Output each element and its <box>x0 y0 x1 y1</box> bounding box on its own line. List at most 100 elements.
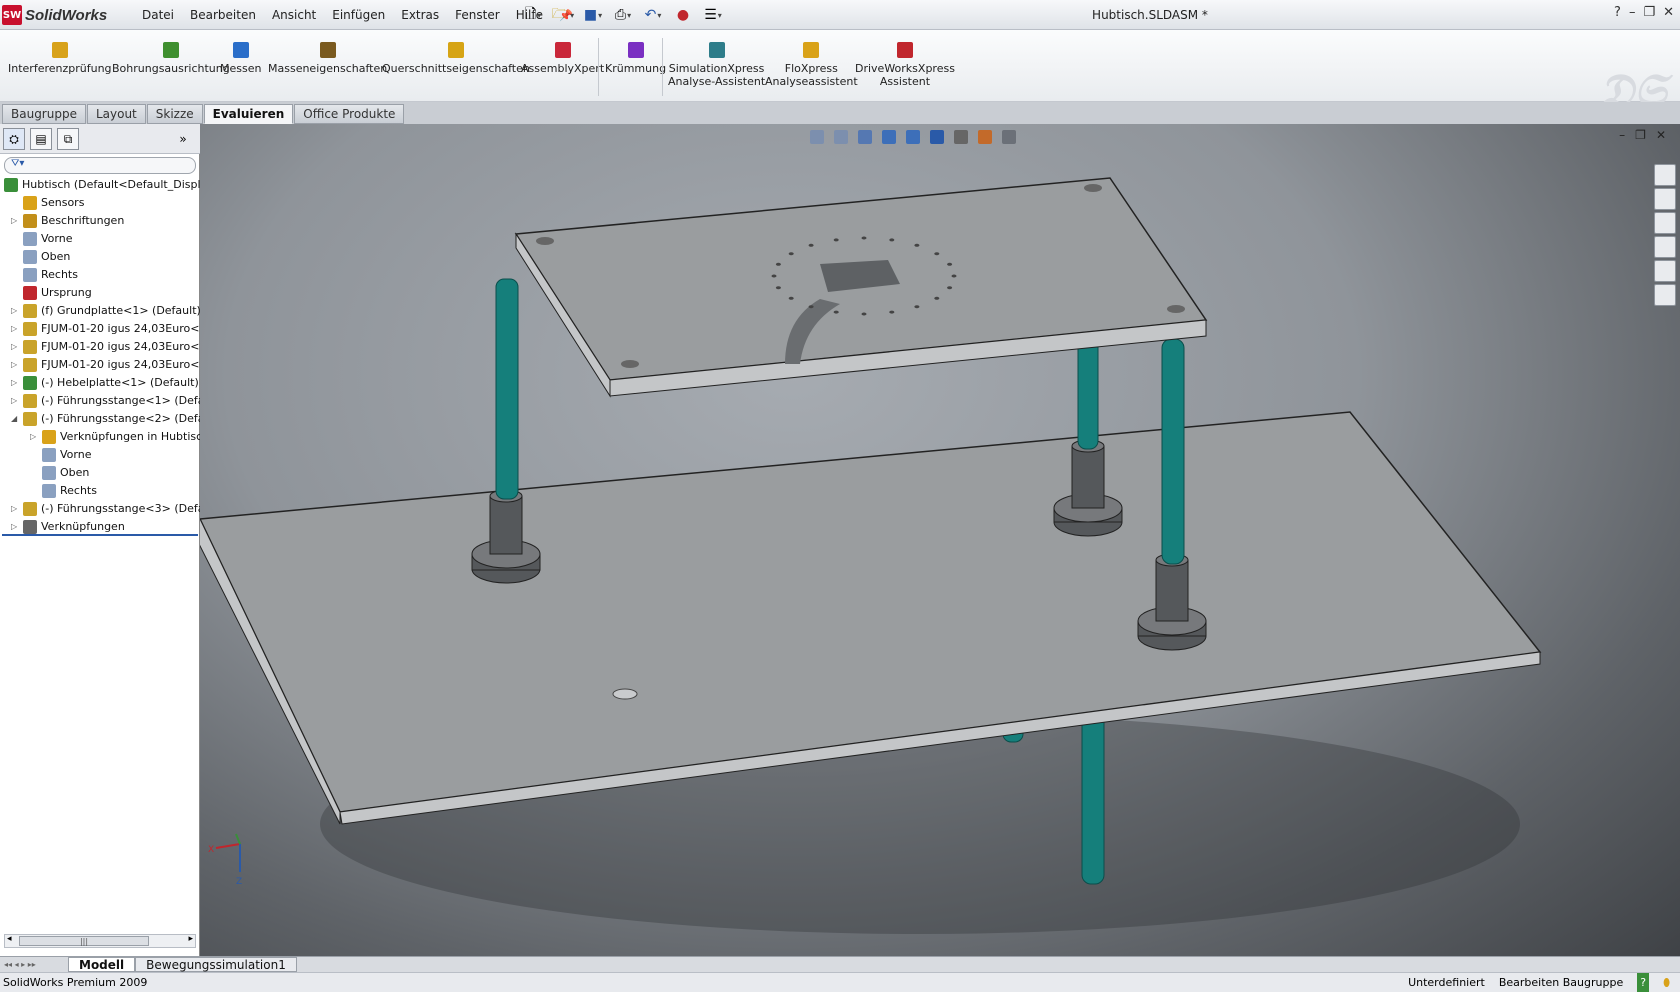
expand-toggle-icon[interactable]: ▷ <box>11 212 19 230</box>
tab-baugruppe[interactable]: Baugruppe <box>2 104 86 124</box>
tree-node[interactable]: Sensors <box>0 194 200 212</box>
tree-node[interactable]: Vorne <box>0 230 200 248</box>
property-manager-tab-icon[interactable]: ▤ <box>30 128 52 150</box>
expand-toggle-icon[interactable]: ▷ <box>11 320 19 338</box>
rebuild-traffic-light-icon[interactable]: ● <box>670 4 696 26</box>
appearance-icon[interactable] <box>978 130 992 144</box>
rebuild-indicator-icon[interactable]: ⬮ <box>1663 973 1670 992</box>
scroll-right-icon[interactable]: ▸ <box>188 934 193 944</box>
tree-node[interactable]: Oben <box>0 464 200 482</box>
expand-toggle-icon[interactable]: ▷ <box>30 428 38 446</box>
command-bohrungsausrichtung[interactable]: Bohrungsausrichtung <box>112 42 230 75</box>
print-icon[interactable]: ⎙ ▾ <box>610 4 636 26</box>
tab-office-produkte[interactable]: Office Produkte <box>294 104 405 124</box>
zoom-area-icon[interactable] <box>834 130 848 144</box>
save-icon[interactable]: ■ ▾ <box>580 4 606 26</box>
scroll-left-icon[interactable]: ◂ <box>7 934 12 944</box>
tree-node[interactable]: ▷ FJUM-01-20 igus 24,03Euro<2> <box>0 338 200 356</box>
quick-tips-help-icon[interactable]: ? <box>1637 973 1650 992</box>
tree-node[interactable]: ▷ (-) Führungsstange<3> (Default) <box>0 500 200 518</box>
tree-node[interactable]: ▷ Beschriftungen <box>0 212 200 230</box>
command-querschnittseigenschaften[interactable]: Querschnittseigenschaften <box>382 42 530 75</box>
command-interferenzprüfung[interactable]: Interferenzprüfung <box>8 42 112 75</box>
hide-show-icon[interactable] <box>954 130 968 144</box>
minimize-button[interactable]: – <box>1629 5 1636 20</box>
open-folder-icon[interactable]: 🗁 ▾ <box>550 4 576 26</box>
tree-node[interactable]: Oben <box>0 248 200 266</box>
scroll-thumb[interactable]: ||| <box>19 936 149 946</box>
tab-skizze[interactable]: Skizze <box>146 104 203 124</box>
menu-einfügen[interactable]: Einfügen <box>324 8 393 22</box>
tree-node[interactable]: Hubtisch (Default<Default_Display State-… <box>0 176 200 194</box>
command-driveworksxpress[interactable]: DriveWorksXpress Assistent <box>855 42 955 88</box>
base-plate-hole <box>612 688 638 700</box>
help-icon[interactable]: ? <box>1614 5 1621 20</box>
expand-toggle-icon[interactable]: ▷ <box>11 302 19 320</box>
command-floxpress[interactable]: FloXpress Analyseassistent <box>765 42 858 88</box>
solidworks-logo[interactable]: SW SolidWorks <box>2 4 130 26</box>
expand-toggle-icon[interactable]: ◢ <box>11 410 19 428</box>
panel-horizontal-scrollbar[interactable]: ◂ ||| ▸ <box>4 934 196 948</box>
menu-extras[interactable]: Extras <box>393 8 447 22</box>
solidworks-resources-icon[interactable] <box>1654 164 1676 186</box>
undo-icon[interactable]: ↶ ▾ <box>640 4 666 26</box>
menu-ansicht[interactable]: Ansicht <box>264 8 324 22</box>
tree-node[interactable]: Rechts <box>0 482 200 500</box>
tab-navigation[interactable]: ◂◂ ◂ ▸ ▸▸ <box>0 957 68 971</box>
viewport-close-button[interactable]: ✕ <box>1656 128 1666 142</box>
custom-properties-icon[interactable] <box>1654 284 1676 306</box>
expand-toggle-icon[interactable]: ▷ <box>11 356 19 374</box>
tree-node[interactable]: ▷ Verknüpfungen in Hubtisch <box>0 428 200 446</box>
tree-node-icon <box>23 520 37 534</box>
viewport-restore-button[interactable]: ❐ <box>1635 128 1646 142</box>
design-library-icon[interactable] <box>1654 188 1676 210</box>
tree-node[interactable]: ▷ FJUM-01-20 igus 24,03Euro<1> <box>0 320 200 338</box>
model-view: X Z <box>200 177 1542 934</box>
configuration-tab-icon[interactable]: ⧉ <box>57 128 79 150</box>
command-masseneigenschaften[interactable]: Masseneigenschaften <box>268 42 387 75</box>
appearances-icon[interactable] <box>1654 260 1676 282</box>
bottom-tab-modell[interactable]: Modell <box>68 957 136 972</box>
menu-datei[interactable]: Datei <box>134 8 182 22</box>
tree-node[interactable]: ▷ (-) Führungsstange<1> (Default) <box>0 392 200 410</box>
tab-evaluieren[interactable]: Evaluieren <box>203 104 294 124</box>
rollback-bar[interactable] <box>2 534 198 536</box>
expand-panel-icon[interactable]: » <box>172 128 194 150</box>
options-icon[interactable]: ☰ ▾ <box>700 4 726 26</box>
zoom-to-fit-icon[interactable] <box>810 130 824 144</box>
close-button[interactable]: ✕ <box>1663 5 1674 20</box>
tree-node[interactable]: Ursprung <box>0 284 200 302</box>
section-view-icon[interactable] <box>882 130 896 144</box>
expand-toggle-icon[interactable]: ▷ <box>11 338 19 356</box>
tree-node[interactable]: ▷ (f) Grundplatte<1> (Default) <box>0 302 200 320</box>
menu-bearbeiten[interactable]: Bearbeiten <box>182 8 264 22</box>
display-style-icon[interactable] <box>930 130 944 144</box>
feature-tree-tab-icon[interactable]: ⛭ <box>3 128 25 150</box>
menu-fenster[interactable]: Fenster <box>447 8 508 22</box>
view-orientation-icon[interactable] <box>906 130 920 144</box>
command-krümmung[interactable]: Krümmung <box>605 42 666 75</box>
tree-node[interactable]: ▷ (-) Hebelplatte<1> (Default) <box>0 374 200 392</box>
tree-node[interactable]: Vorne <box>0 446 200 464</box>
tree-node[interactable]: ▷ FJUM-01-20 igus 24,03Euro<3> <box>0 356 200 374</box>
expand-toggle-icon[interactable]: ▷ <box>11 500 19 518</box>
file-explorer-icon[interactable] <box>1654 212 1676 234</box>
expand-toggle-icon[interactable]: ▷ <box>11 374 19 392</box>
view-settings-icon[interactable] <box>1002 130 1016 144</box>
expand-toggle-icon[interactable]: ▷ <box>11 392 19 410</box>
new-document-icon[interactable]: 🗋 ▾ <box>520 4 546 26</box>
viewport-minimize-button[interactable]: – <box>1619 128 1625 142</box>
tab-layout[interactable]: Layout <box>86 104 146 124</box>
bottom-tab-bewegungssimulation1[interactable]: Bewegungssimulation1 <box>135 957 297 972</box>
graphics-viewport[interactable]: X Z – ❐ ✕ <box>200 124 1680 956</box>
command-assemblyxpert[interactable]: AssemblyXpert <box>521 42 604 75</box>
command-label: Bohrungsausrichtung <box>112 62 230 75</box>
restore-button[interactable]: ❐ <box>1643 5 1655 20</box>
tree-node[interactable]: ◢ (-) Führungsstange<2> (Default) <box>0 410 200 428</box>
previous-view-icon[interactable] <box>858 130 872 144</box>
tree-filter-icon[interactable]: ⛛▾ <box>4 157 196 174</box>
command-messen[interactable]: Messen <box>220 42 261 75</box>
view-palette-icon[interactable] <box>1654 236 1676 258</box>
tree-node[interactable]: Rechts <box>0 266 200 284</box>
command-simulationxpress[interactable]: SimulationXpress Analyse-Assistent <box>668 42 765 88</box>
